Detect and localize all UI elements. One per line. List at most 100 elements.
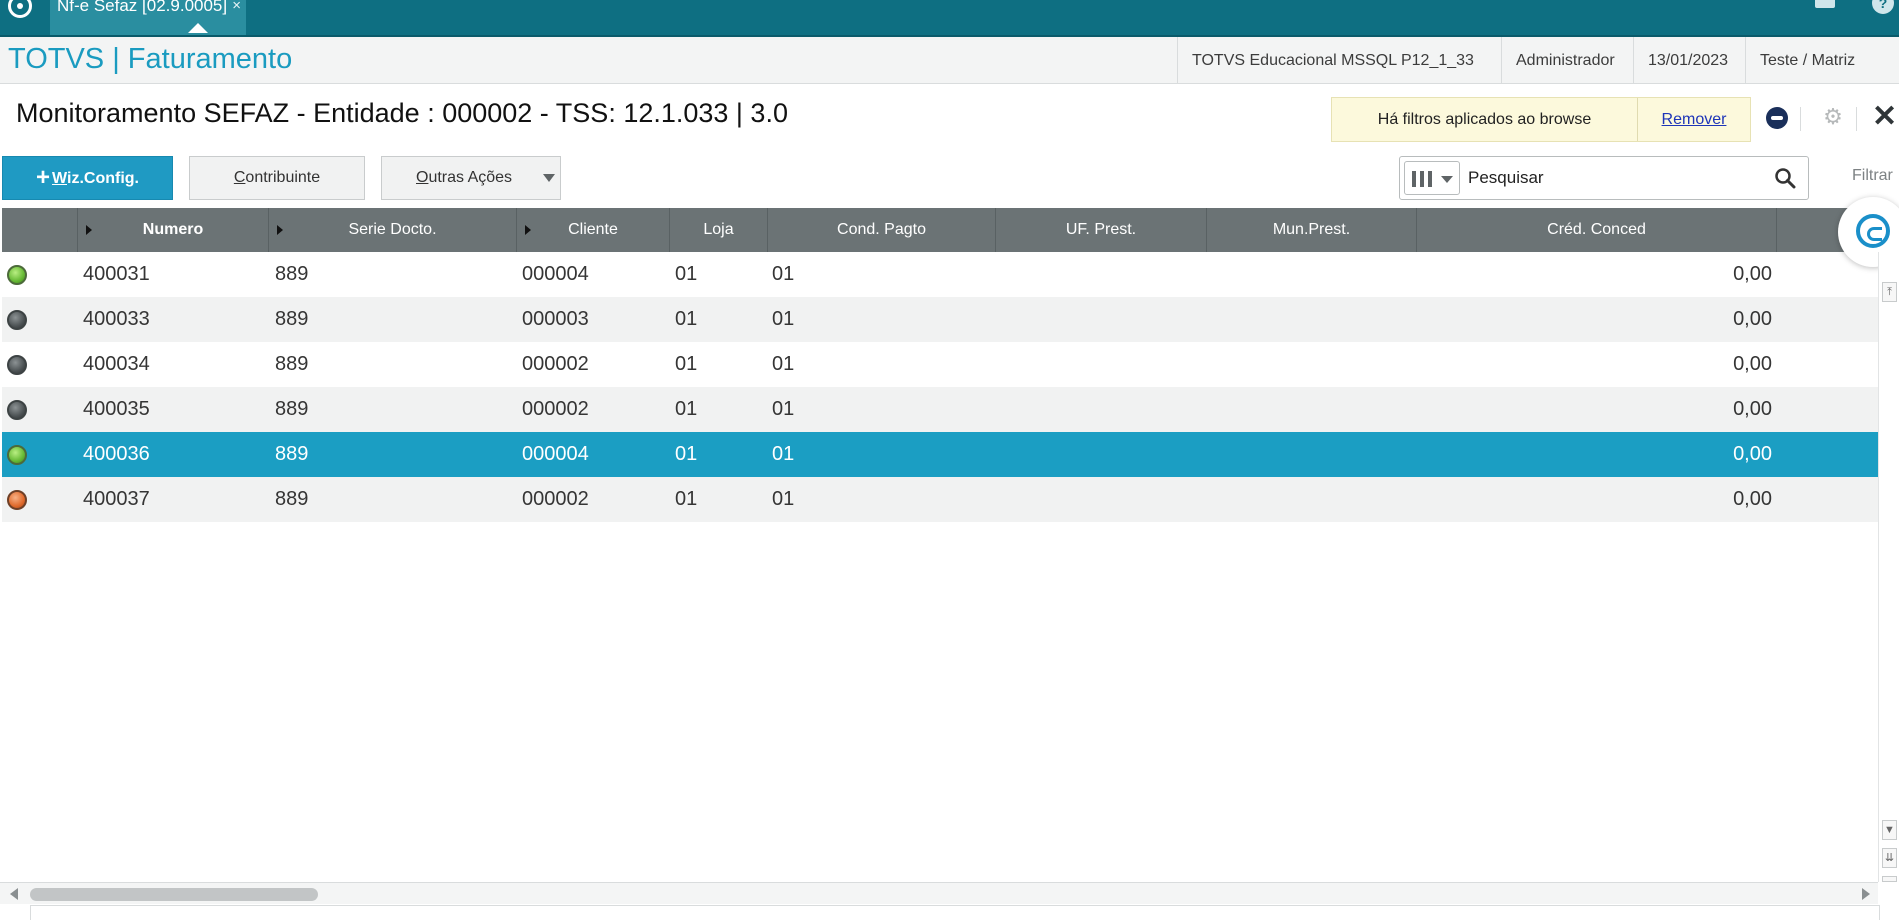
table-row[interactable]: 400033 889 000003 01 01 0,00 [2, 297, 1878, 342]
remove-filter-link[interactable]: Remover [1638, 98, 1750, 141]
scroll-page-down-icon[interactable]: ⇊ [1882, 848, 1897, 868]
cell-serie: 889 [275, 263, 309, 285]
column-header-cred-conced[interactable]: Créd. Conced [1417, 208, 1777, 252]
cell-cliente: 000002 [522, 488, 589, 510]
cell-cred-conced: 0,00 [1733, 308, 1772, 330]
cell-loja: 01 [675, 263, 698, 285]
environment-info[interactable]: TOTVS Educacional MSSQL P12_1_33 [1177, 37, 1488, 84]
contribuinte-mnemonic: C [233, 169, 246, 186]
wiz-config-label: iz.Config. [67, 170, 139, 187]
grid-header: Numero Serie Docto. Cliente Loja Cond. P… [2, 208, 1880, 252]
wiz-config-mnemonic: W [52, 170, 67, 187]
user-info[interactable]: Administrador [1501, 37, 1629, 84]
help-icon[interactable]: ? [1872, 0, 1894, 14]
cell-loja: 01 [675, 353, 698, 375]
scroll-left-icon[interactable] [10, 888, 18, 900]
chevron-down-icon [543, 174, 555, 182]
table-row[interactable]: 400031 889 000004 01 01 0,00 [2, 252, 1878, 297]
close-icon[interactable]: ✕ [1872, 102, 1897, 132]
cell-loja: 01 [675, 443, 698, 465]
column-header-label: Numero [142, 221, 204, 238]
column-header-loja[interactable]: Loja [670, 208, 768, 252]
column-header-label: Créd. Conced [1547, 221, 1646, 238]
outras-acoes-button[interactable]: Outras Ações [381, 156, 561, 200]
cell-serie: 889 [275, 443, 309, 465]
status-icon [7, 400, 27, 420]
cell-serie: 889 [275, 488, 309, 510]
mail-icon[interactable] [1815, 0, 1835, 8]
cell-cred-conced: 0,00 [1733, 353, 1772, 375]
table-row[interactable]: 400037 889 000002 01 01 0,00 [2, 477, 1878, 522]
chevron-down-icon [1441, 176, 1453, 183]
column-header-label: Loja [703, 221, 734, 238]
grid-body: 400031 889 000004 01 01 0,00 400033 889 … [2, 252, 1878, 882]
cell-cliente: 000004 [522, 443, 589, 465]
contribuinte-button[interactable]: Contribuinte [189, 156, 365, 200]
cell-cond-pagto: 01 [772, 308, 795, 330]
status-icon [7, 445, 27, 465]
date-info[interactable]: 13/01/2023 [1633, 37, 1742, 84]
column-header-serie[interactable]: Serie Docto. [269, 208, 517, 252]
scroll-down-icon[interactable]: ▼ [1882, 820, 1897, 840]
column-picker-button[interactable] [1404, 161, 1460, 195]
cell-cliente: 000002 [522, 398, 589, 420]
status-icon [7, 490, 27, 510]
plus-icon: + [36, 164, 51, 191]
footer-panel [30, 905, 1880, 920]
filter-notice: Há filtros aplicados ao browse Remover [1331, 97, 1751, 142]
column-header-label: Cliente [568, 221, 618, 238]
company-info[interactable]: Teste / Matriz [1745, 37, 1899, 84]
column-header-status[interactable] [2, 208, 78, 252]
scroll-right-icon[interactable] [1862, 888, 1870, 900]
tab-nfe-sefaz[interactable]: Nf-e Sefaz [02.9.0005] × [50, 0, 246, 35]
cell-cred-conced: 0,00 [1733, 398, 1772, 420]
table-row[interactable]: 400036 889 000004 01 01 0,00 [2, 432, 1878, 477]
cell-numero: 400034 [83, 353, 150, 375]
search-icon[interactable] [1774, 167, 1796, 189]
search-input[interactable] [1468, 162, 1758, 194]
sort-arrow-icon [525, 225, 531, 235]
cell-numero: 400031 [83, 263, 150, 285]
top-bar: Nf-e Sefaz [02.9.0005] × ? [0, 0, 1899, 37]
cell-cond-pagto: 01 [772, 443, 795, 465]
vertical-scrollbar[interactable]: ⤒ ▼ ⇊ [1878, 252, 1899, 882]
column-header-uf-prest[interactable]: UF. Prest. [996, 208, 1207, 252]
status-icon [7, 310, 27, 330]
column-header-numero[interactable]: Numero [78, 208, 269, 252]
cell-numero: 400036 [83, 443, 150, 465]
page-title: Monitoramento SEFAZ - Entidade : 000002 … [16, 98, 788, 128]
table-row[interactable]: 400035 889 000002 01 01 0,00 [2, 387, 1878, 432]
chat-icon[interactable] [1766, 107, 1788, 129]
cell-cliente: 000002 [522, 353, 589, 375]
cell-cred-conced: 0,00 [1733, 488, 1772, 510]
cell-cred-conced: 0,00 [1733, 443, 1772, 465]
cell-loja: 01 [675, 308, 698, 330]
cell-numero: 400037 [83, 488, 150, 510]
cell-loja: 01 [675, 488, 698, 510]
table-row[interactable]: 400034 889 000002 01 01 0,00 [2, 342, 1878, 387]
gear-icon[interactable]: ⚙ [1822, 106, 1844, 128]
app-header: TOTVS | Faturamento TOTVS Educacional MS… [0, 37, 1899, 84]
cell-cred-conced: 0,00 [1733, 263, 1772, 285]
horizontal-scrollbar[interactable] [0, 882, 1878, 904]
cell-serie: 889 [275, 353, 309, 375]
outras-acoes-mnemonic: O [416, 169, 429, 186]
app-title: TOTVS | Faturamento [8, 43, 293, 75]
wiz-config-button[interactable]: + Wiz.Config. [2, 156, 173, 200]
tab-close-icon[interactable]: × [232, 0, 241, 13]
totvs-logo-icon[interactable] [8, 0, 32, 18]
tab-active-caret [188, 23, 208, 33]
filter-button[interactable]: Filtrar [1852, 167, 1893, 185]
tab-label: Nf-e Sefaz [02.9.0005] [57, 0, 228, 15]
column-header-mun-prest[interactable]: Mun.Prest. [1207, 208, 1417, 252]
scroll-top-icon[interactable]: ⤒ [1882, 282, 1897, 302]
status-icon [7, 265, 27, 285]
column-header-cliente[interactable]: Cliente [517, 208, 670, 252]
horizontal-scroll-thumb[interactable] [30, 888, 318, 901]
cell-cliente: 000003 [522, 308, 589, 330]
cell-cond-pagto: 01 [772, 263, 795, 285]
header-divider [1856, 107, 1857, 131]
scroll-bottom-icon[interactable] [1882, 876, 1897, 882]
cell-cond-pagto: 01 [772, 488, 795, 510]
column-header-cond-pagto[interactable]: Cond. Pagto [768, 208, 996, 252]
